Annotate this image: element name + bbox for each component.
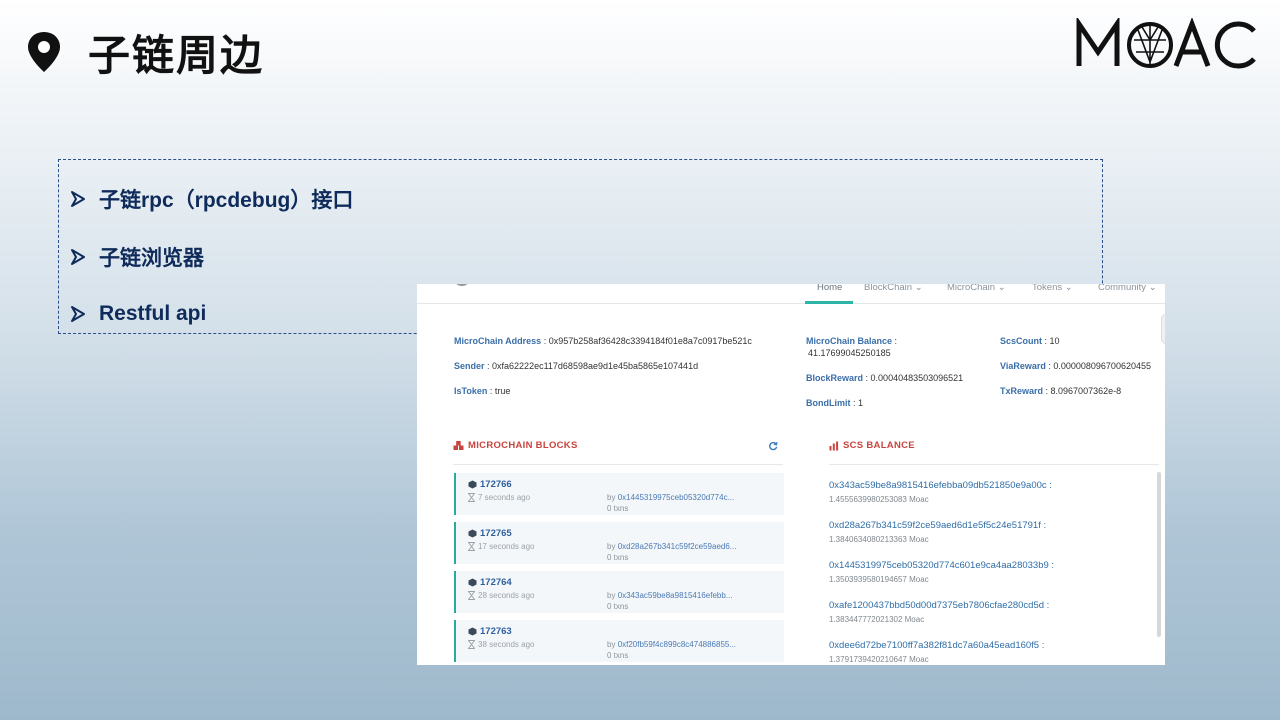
scs-balance-item: 0x1445319975ceb05320d774c601e9ca4aa28033… [829,560,1129,584]
arrow-bullet-icon [71,306,85,322]
block-row[interactable]: 172766 7 seconds ago by 0x1445319975ceb0… [454,473,784,515]
info-bond-limit: BondLimit : 1 [806,398,864,408]
scs-scrollbar[interactable] [1157,472,1161,637]
block-number[interactable]: 172765 [468,528,512,539]
explorer-logo-icon [453,284,471,286]
page-scroll-handle[interactable] [1161,314,1165,344]
block-txns: 0 txns [607,651,629,660]
explorer-navbar: Home BlockChain ⌄ MicroChain ⌄ Tokens ⌄ … [417,284,1165,304]
bullet-label: 子链浏览器 [99,247,204,270]
info-scs-count: ScsCount : 10 [1000,336,1060,346]
hourglass-icon [468,493,475,502]
bullet-item-explorer: 子链浏览器 [69,242,204,272]
chevron-down-icon: ⌄ [997,284,1006,293]
block-miner[interactable]: by 0xd28a267b341c59f2ce59aed6... [607,542,736,551]
block-row[interactable]: 172763 38 seconds ago by 0xf20fb59f4c899… [454,620,784,662]
arrow-bullet-icon [71,249,85,265]
block-miner[interactable]: by 0xf20fb59f4c899c8c474886855... [607,640,736,649]
nav-community[interactable]: Community ⌄ [1098,284,1157,293]
scs-balance-item: 0xafe1200437bbd50d00d7375eb7806cfae280cd… [829,600,1129,624]
block-age: 7 seconds ago [468,493,530,502]
hourglass-icon [468,542,475,551]
info-tx-reward: TxReward : 8.0967007362e-8 [1000,386,1122,396]
block-txns: 0 txns [607,553,629,562]
bullet-item-restful: Restful api [69,299,206,329]
blocks-divider [453,464,783,465]
cube-icon [468,627,477,636]
info-microchain-balance-value: 41.17699045250185 [808,348,891,358]
block-txns: 0 txns [607,504,629,513]
microchain-blocks-title: MICROCHAIN BLOCKS [453,440,578,451]
scs-balance-value: 1.3791739420210647 Moac [829,655,929,664]
chevron-down-icon: ⌄ [914,284,923,293]
scs-address-link[interactable]: 0xd28a267b341c59f2ce59aed6d1e5f5c24e5179… [829,520,1129,531]
bullet-label: Restful api [99,302,207,325]
block-row[interactable]: 172764 28 seconds ago by 0x343ac59be8a98… [454,571,784,613]
info-microchain-address: MicroChain Address : 0x957b258af36428c33… [454,336,752,346]
block-age: 17 seconds ago [468,542,535,551]
slide-title: 子链周边 [88,31,265,80]
scs-balance-item: 0x343ac59be8a9815416efebba09db521850e9a0… [829,480,1129,504]
slide-header: 子链周边 [0,0,1280,100]
location-pin-icon [28,32,60,72]
hourglass-icon [468,640,475,649]
arrow-bullet-icon [71,191,85,207]
info-block-reward: BlockReward : 0.00040483503096521 [806,373,964,383]
block-txns: 0 txns [607,602,629,611]
bullet-label: 子链rpc（rpcdebug）接口 [99,189,354,212]
info-sender: Sender : 0xfa62222ec117d68598ae9d1e45ba5… [454,361,699,371]
block-row[interactable]: 172765 17 seconds ago by 0xd28a267b341c5… [454,522,784,564]
info-via-reward: ViaReward : 0.000008096700620455 [1000,361,1151,371]
block-number[interactable]: 172764 [468,577,512,588]
info-istoken: IsToken : true [454,386,511,396]
block-miner[interactable]: by 0x343ac59be8a9815416efebb... [607,591,732,600]
nav-active-indicator [805,301,853,304]
bar-chart-icon [829,441,839,450]
info-microchain-balance: MicroChain Balance : [806,336,898,346]
scs-address-link[interactable]: 0x343ac59be8a9815416efebba09db521850e9a0… [829,480,1129,491]
chevron-down-icon: ⌄ [1148,284,1157,293]
block-age: 38 seconds ago [468,640,535,649]
scs-divider [829,464,1159,465]
nav-microchain[interactable]: MicroChain ⌄ [947,284,1006,293]
scs-balance-value: 1.3503939580194657 Moac [829,575,929,584]
scs-balance-item: 0xdee6d72be7100ff7a382f81dc7a60a45ead160… [829,640,1129,664]
block-miner[interactable]: by 0x1445319975ceb05320d774c... [607,493,734,502]
moac-logo [1076,18,1256,69]
scs-balance-value: 1.3840634080213363 Moac [829,535,929,544]
nav-home[interactable]: Home [817,284,842,293]
cube-icon [468,578,477,587]
scs-balance-item: 0xd28a267b341c59f2ce59aed6d1e5f5c24e5179… [829,520,1129,544]
chevron-down-icon: ⌄ [1064,284,1073,293]
block-number[interactable]: 172763 [468,626,512,637]
scs-address-link[interactable]: 0xafe1200437bbd50d00d7375eb7806cfae280cd… [829,600,1129,611]
block-age: 28 seconds ago [468,591,535,600]
scs-balance-value: 1.383447772021302 Moac [829,615,925,624]
scs-address-link[interactable]: 0x1445319975ceb05320d774c601e9ca4aa28033… [829,560,1129,571]
explorer-screenshot: Home BlockChain ⌄ MicroChain ⌄ Tokens ⌄ … [417,284,1165,665]
nav-blockchain[interactable]: BlockChain ⌄ [864,284,923,293]
cube-icon [468,529,477,538]
nav-tokens[interactable]: Tokens ⌄ [1032,284,1073,293]
block-number[interactable]: 172766 [468,479,512,490]
hourglass-icon [468,591,475,600]
refresh-icon[interactable] [768,441,778,451]
scs-balance-title: SCS BALANCE [829,440,915,451]
scs-address-link[interactable]: 0xdee6d72be7100ff7a382f81dc7a60a45ead160… [829,640,1129,651]
cube-icon [468,480,477,489]
cubes-icon [453,440,464,450]
scs-balance-value: 1.4555639980253083 Moac [829,495,929,504]
bullet-item-rpc: 子链rpc（rpcdebug）接口 [69,184,353,214]
